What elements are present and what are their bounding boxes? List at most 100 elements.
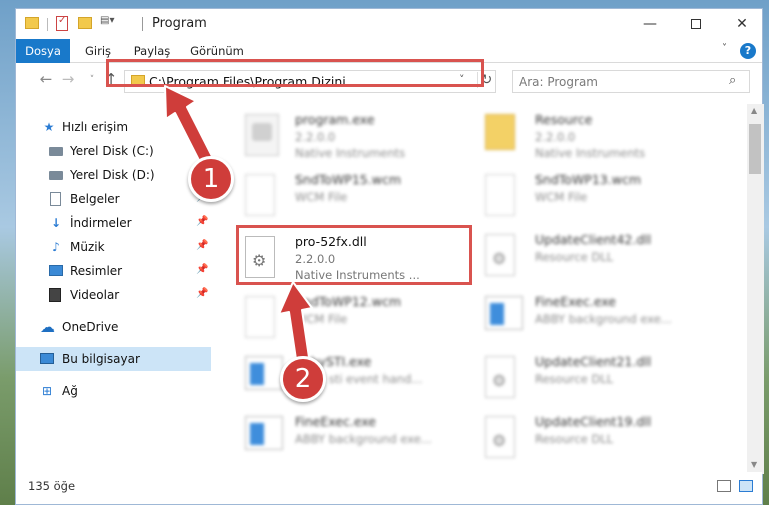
network-icon: ⊞ bbox=[41, 384, 53, 398]
file-list: program.exe 2.2.0.0 Native Instruments R… bbox=[217, 104, 747, 474]
window-title: Program bbox=[152, 16, 207, 31]
file-tile[interactable]: Resource 2.2.0.0 Native Instruments bbox=[479, 108, 714, 166]
file-name: FineExec.exe bbox=[535, 294, 616, 309]
file-detail: 2.2.0.0 bbox=[535, 130, 576, 144]
file-detail: Resource DLL bbox=[535, 250, 614, 264]
recent-locations-button[interactable]: ˅ bbox=[83, 75, 101, 85]
search-input[interactable]: Ara: Program ⌕ bbox=[512, 70, 750, 93]
video-icon bbox=[49, 288, 61, 302]
title-separator bbox=[142, 17, 143, 31]
scroll-down-icon[interactable]: ▼ bbox=[751, 460, 757, 469]
maximize-icon bbox=[691, 19, 701, 29]
app-icon bbox=[485, 296, 523, 330]
pin-icon: 📌 bbox=[196, 240, 209, 251]
item-count: 135 öğe bbox=[28, 479, 76, 493]
app-icon bbox=[245, 416, 283, 450]
sidebar-item-label: OneDrive bbox=[62, 320, 119, 334]
sidebar-item-pictures[interactable]: Resimler 📌 bbox=[16, 259, 211, 283]
sidebar-item-local-disk-c[interactable]: Yerel Disk (C:) 📌 bbox=[16, 139, 211, 163]
file-name: Resource bbox=[535, 112, 593, 127]
scroll-thumb[interactable] bbox=[749, 124, 761, 174]
sidebar-item-label: Yerel Disk (D:) bbox=[70, 168, 155, 182]
file-icon bbox=[245, 296, 275, 338]
drive-icon bbox=[49, 147, 63, 156]
sidebar-item-label: Videolar bbox=[70, 288, 120, 302]
navigation-pane: ★ Hızlı erişim Yerel Disk (C:) 📌 Yerel D… bbox=[16, 104, 211, 474]
sidebar-item-label: Resimler bbox=[70, 264, 123, 278]
cloud-icon: ☁ bbox=[40, 318, 55, 336]
file-icon bbox=[245, 174, 275, 216]
sidebar-item-quick-access[interactable]: ★ Hızlı erişim bbox=[16, 115, 211, 139]
file-detail: Resource DLL bbox=[535, 432, 614, 446]
tiles-view-icon[interactable] bbox=[739, 480, 753, 492]
customize-quick-access-icon[interactable]: ▤▾ bbox=[100, 15, 120, 31]
sidebar-item-music[interactable]: ♪ Müzik 📌 bbox=[16, 235, 211, 259]
title-bar: ▤▾ Program — ✕ bbox=[16, 9, 762, 39]
sidebar-item-videos[interactable]: Videolar 📌 bbox=[16, 283, 211, 307]
file-detail: Native Instruments bbox=[295, 146, 406, 160]
file-tile[interactable]: SndToWP15.wcm WCM File bbox=[239, 168, 474, 226]
minimize-button[interactable]: — bbox=[627, 9, 673, 39]
search-placeholder: Ara: Program bbox=[519, 75, 598, 89]
file-tile[interactable]: FineExec.exe ABBY background exe... bbox=[239, 410, 474, 468]
close-button[interactable]: ✕ bbox=[719, 9, 765, 39]
file-detail: ABBY background exe... bbox=[535, 312, 672, 326]
file-name: UpdateClient42.dll bbox=[535, 232, 652, 247]
properties-icon[interactable] bbox=[56, 15, 68, 31]
sidebar-item-label: Bu bilgisayar bbox=[62, 352, 140, 366]
search-icon: ⌕ bbox=[729, 73, 737, 88]
file-detail: Native Instruments bbox=[535, 146, 646, 160]
back-button[interactable]: ← bbox=[37, 70, 55, 88]
address-highlight-box bbox=[106, 59, 484, 87]
pin-icon: 📌 bbox=[196, 144, 209, 155]
file-highlight-box bbox=[236, 225, 472, 285]
pin-icon: 📌 bbox=[196, 288, 209, 299]
file-tile[interactable]: program.exe 2.2.0.0 Native Instruments bbox=[239, 108, 474, 166]
document-icon bbox=[50, 192, 61, 206]
file-detail: WCM File bbox=[535, 190, 588, 204]
pin-icon: 📌 bbox=[196, 216, 209, 227]
vertical-scrollbar[interactable]: ▲ ▼ bbox=[747, 104, 764, 474]
sidebar-item-this-pc[interactable]: Bu bilgisayar bbox=[16, 347, 211, 371]
step-marker-2: 2 bbox=[280, 356, 326, 402]
file-tile[interactable]: SndToWP13.wcm WCM File bbox=[479, 168, 714, 226]
file-tile[interactable]: UpdateClient21.dll Resource DLL bbox=[479, 350, 714, 408]
pin-icon: 📌 bbox=[196, 264, 209, 275]
star-icon: ★ bbox=[43, 120, 55, 134]
expand-ribbon-icon[interactable]: ˅ bbox=[722, 43, 727, 54]
sidebar-item-label: Hızlı erişim bbox=[62, 120, 129, 134]
file-detail: WCM File bbox=[295, 312, 348, 326]
file-detail: ABBY background exe... bbox=[295, 432, 432, 446]
sidebar-item-label: Ağ bbox=[62, 384, 78, 398]
sidebar-item-network[interactable]: ⊞ Ağ bbox=[16, 379, 211, 403]
file-detail: WCM File bbox=[295, 190, 348, 204]
new-folder-icon[interactable] bbox=[78, 17, 92, 29]
sidebar-item-downloads[interactable]: ↓ İndirmeler 📌 bbox=[16, 211, 211, 235]
file-icon bbox=[485, 174, 515, 216]
dll-icon bbox=[485, 356, 515, 398]
file-tile[interactable]: UpdateClient42.dll Resource DLL bbox=[479, 228, 714, 286]
sidebar-item-label: Belgeler bbox=[70, 192, 120, 206]
sidebar-item-onedrive[interactable]: ☁ OneDrive bbox=[16, 315, 211, 339]
computer-icon bbox=[40, 353, 54, 364]
maximize-button[interactable] bbox=[673, 9, 719, 39]
file-name: SndToWP13.wcm bbox=[535, 172, 641, 187]
details-view-icon[interactable] bbox=[717, 480, 731, 492]
app-icon bbox=[245, 356, 283, 390]
scroll-up-icon[interactable]: ▲ bbox=[751, 106, 757, 115]
sidebar-item-documents[interactable]: Belgeler 📌 bbox=[16, 187, 211, 211]
file-tile[interactable]: UpdateClient19.dll Resource DLL bbox=[479, 410, 714, 468]
dll-icon bbox=[485, 234, 515, 276]
file-name: FineExec.exe bbox=[295, 414, 376, 429]
file-name: SndToWP15.wcm bbox=[295, 172, 401, 187]
step-marker-1: 1 bbox=[188, 156, 234, 202]
forward-button[interactable]: → bbox=[59, 70, 77, 88]
sidebar-item-local-disk-d[interactable]: Yerel Disk (D:) 📌 bbox=[16, 163, 211, 187]
tab-dosya[interactable]: Dosya bbox=[16, 39, 70, 63]
file-tile[interactable]: ebbySTI.exe ABBY sti event hand... bbox=[239, 350, 474, 408]
file-tile[interactable]: SndToWP12.wcm WCM File bbox=[239, 290, 474, 348]
file-tile[interactable]: FineExec.exe ABBY background exe... bbox=[479, 290, 714, 348]
exe-icon bbox=[245, 114, 279, 156]
help-icon[interactable]: ? bbox=[740, 43, 756, 59]
file-name: program.exe bbox=[295, 112, 375, 127]
